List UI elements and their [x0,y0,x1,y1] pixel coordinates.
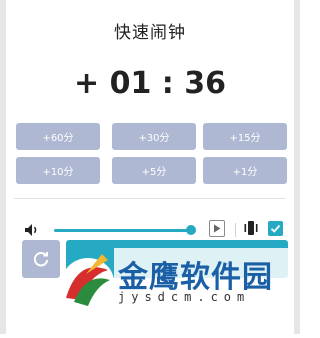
watermark-url: jysdcm.com [118,290,251,304]
preset-1min-button[interactable]: +1分 [203,157,287,184]
preset-30min-button[interactable]: +30分 [112,123,196,150]
vibrate-icon [242,220,260,240]
speaker-icon[interactable] [24,222,40,242]
preset-10min-button[interactable]: +10分 [16,157,100,184]
alarm-time-display: + 01 : 36 [74,66,226,101]
check-icon [270,224,281,233]
preset-5min-button[interactable]: +5分 [112,157,196,184]
refresh-icon [33,252,49,267]
preset-60min-button[interactable]: +60分 [16,123,100,150]
preset-15min-button[interactable]: +15分 [203,123,287,150]
separator [235,223,236,237]
divider [14,198,286,199]
quick-alarm-dialog: 快速闹钟 + 01 : 36 +60分 +30分 +15分 +10分 +5分 +… [0,0,300,334]
play-icon[interactable] [209,220,225,237]
volume-slider-thumb[interactable] [186,225,196,235]
vibrate-checkbox[interactable] [268,221,283,236]
volume-slider-track[interactable] [54,229,192,232]
dialog-title: 快速闹钟 [114,23,186,43]
reset-button[interactable] [22,240,60,278]
